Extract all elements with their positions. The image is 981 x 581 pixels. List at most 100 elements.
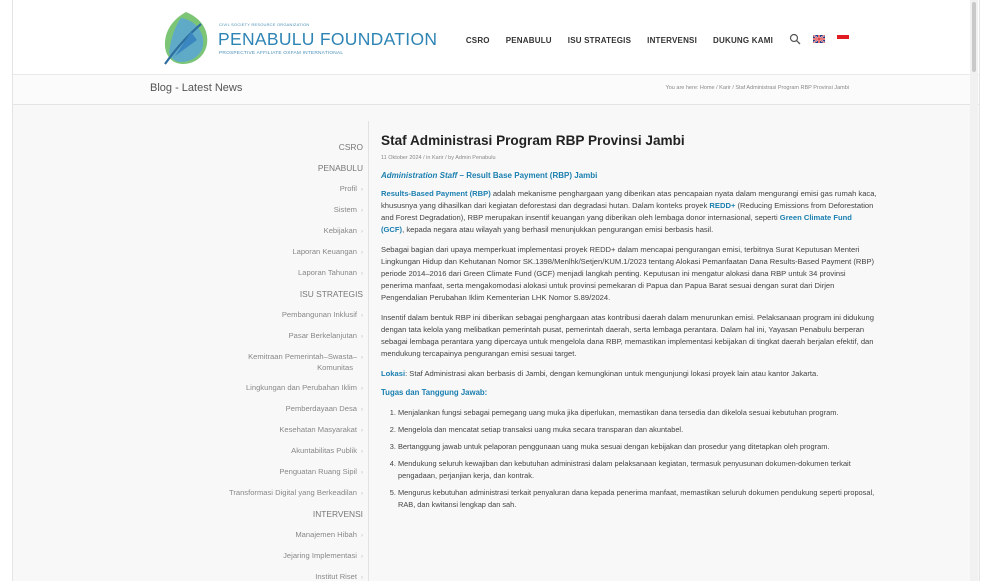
sidebar-item[interactable]: Manajemen Hibah › <box>163 526 363 547</box>
sidebar-item-label: CSRO <box>338 142 363 152</box>
sidebar-item[interactable]: CSRO <box>163 138 363 159</box>
sidebar-item-label: Pasar Berkelanjutan <box>288 331 357 340</box>
link-rbp[interactable]: Results-Based Payment (RBP) <box>381 189 491 198</box>
sidebar-item-label: Pembangunan Inklusif <box>281 310 357 319</box>
sidebar-item[interactable]: INTERVENSI <box>163 505 363 526</box>
sidebar-item-label: Kemitraan Pemerintah–Swasta– <box>248 352 357 361</box>
sidebar-item[interactable]: Institut Riset › <box>163 568 363 581</box>
site-header: CIVIL SOCIETY RESOURCE ORGANIZATION PENA… <box>13 0 979 75</box>
sidebar-item-label: Institut Riset <box>315 572 357 581</box>
sidebar-item[interactable]: Kesehatan Masyarakat › <box>163 421 363 442</box>
chevron-right-icon: › <box>361 187 363 193</box>
nav-item-csro[interactable]: CSRO <box>466 36 490 45</box>
sidebar-item[interactable]: Jejaring Implementasi › <box>163 547 363 568</box>
chevron-right-icon: › <box>361 229 363 235</box>
sidebar-item-label: Pemberdayaan Desa <box>285 404 357 413</box>
logo-tagline-bottom: PROSPECTIVE AFFILIATE OXFAM INTERNATIONA… <box>219 51 344 56</box>
feather-logo-icon <box>164 12 208 65</box>
logo-tagline-top: CIVIL SOCIETY RESOURCE ORGANIZATION <box>219 22 310 27</box>
sidebar-item-label: Profil <box>339 184 357 193</box>
search-icon[interactable] <box>789 33 801 45</box>
sidebar-item[interactable]: Kebijakan › <box>163 222 363 243</box>
chevron-right-icon: › <box>361 334 363 340</box>
chevron-right-icon: › <box>361 554 363 560</box>
sidebar-item-label: Kesehatan Masyarakat <box>279 425 357 434</box>
sidebar-item-label: INTERVENSI <box>312 509 363 519</box>
logo-title: PENABULU FOUNDATION <box>218 29 438 49</box>
chevron-right-icon: › <box>361 407 363 413</box>
sidebar-item-label-cont: Komunitas <box>317 363 353 372</box>
sidebar-item[interactable]: Kemitraan Pemerintah–Swasta– › Komunitas <box>163 348 363 379</box>
sidebar-item[interactable]: Penguatan Ruang Sipil › <box>163 463 363 484</box>
chevron-right-icon: › <box>361 250 363 256</box>
chevron-right-icon: › <box>361 491 363 497</box>
nav-item-isu-strategis[interactable]: ISU STRATEGIS <box>568 36 631 45</box>
chevron-right-icon: › <box>361 533 363 539</box>
chevron-right-icon: › <box>361 449 363 455</box>
paragraph-insentif: Insentif dalam bentuk RBP ini diberikan … <box>381 313 874 358</box>
sidebar-item[interactable]: PENABULU <box>163 159 363 180</box>
sidebar-item-label: Transformasi Digital yang Berkeadilan <box>228 488 357 497</box>
page-section-title: Blog - Latest News <box>150 82 243 94</box>
chevron-right-icon: › <box>361 470 363 476</box>
main-nav: CSRO PENABULU ISU STRATEGIS INTERVENSI D… <box>450 33 849 46</box>
list-item: Mendukung seluruh kewajiban dan kebutuha… <box>398 458 877 482</box>
indonesia-flag-icon[interactable] <box>837 35 849 43</box>
subhead-italic: Administration Staff <box>381 171 458 180</box>
post-subheading: Administration Staff – Result Base Payme… <box>381 171 877 180</box>
chevron-right-icon: › <box>361 386 363 392</box>
sidebar-item[interactable]: Pasar Berkelanjutan › <box>163 327 363 348</box>
post-meta: 11 Oktober 2024 / in Karir / by Admin Pe… <box>381 155 496 161</box>
sidebar-item[interactable]: Laporan Tahunan › <box>163 264 363 285</box>
paragraph-sk: Sebagai bagian dari upaya memperkuat imp… <box>381 245 875 302</box>
link-redd[interactable]: REDD+ <box>709 201 735 210</box>
breadcrumb[interactable]: You are here: Home / Karir / Staf Admini… <box>666 85 849 91</box>
scrollbar-thumb[interactable] <box>972 2 976 72</box>
sidebar-item-label: Akuntabilitas Publik <box>291 446 357 455</box>
lokasi-label: Lokasi <box>381 369 406 378</box>
sidebar-item-label: Penguatan Ruang Sipil <box>279 467 357 476</box>
tasks-list: Menjalankan fungsi sebagai pemegang uang… <box>381 407 877 511</box>
sidebar-item-label: Laporan Keuangan <box>292 247 357 256</box>
post-title: Staf Administrasi Program RBP Provinsi J… <box>381 133 685 148</box>
sidebar-item[interactable]: Transformasi Digital yang Berkeadilan › <box>163 484 363 505</box>
main-area: CSRO PENABULU Profil › Sistem › Kebijakan › Lapo… <box>13 105 979 581</box>
tasks-heading: Tugas dan Tanggung Jawab: <box>381 388 488 397</box>
sidebar-item[interactable]: Pemberdayaan Desa › <box>163 400 363 421</box>
list-item: Bertanggung jawab untuk pelaporan penggu… <box>398 441 877 453</box>
sidebar-item-label: ISU STRATEGIS <box>299 289 363 299</box>
chevron-right-icon: › <box>361 208 363 214</box>
sidebar-item-label: Sistem <box>333 205 357 214</box>
sidebar-item-label: Kebijakan <box>323 226 357 235</box>
list-item: Mengurus kebutuhan administrasi terkait … <box>398 487 877 511</box>
content-divider <box>368 121 369 581</box>
uk-flag-icon[interactable] <box>813 35 825 43</box>
sidebar-item[interactable]: Lingkungan dan Perubahan Iklim › <box>163 379 363 400</box>
chevron-right-icon: › <box>361 271 363 277</box>
site-logo[interactable]: CIVIL SOCIETY RESOURCE ORGANIZATION PENA… <box>161 6 437 68</box>
nav-item-dukung-kami[interactable]: DUKUNG KAMI <box>713 36 773 45</box>
chevron-right-icon: › <box>361 428 363 434</box>
sidebar-item[interactable]: Profil › <box>163 180 363 201</box>
sidebar-item-label: Lingkungan dan Perubahan Iklim <box>245 383 357 392</box>
sidebar-item[interactable]: Sistem › <box>163 201 363 222</box>
sidebar-item[interactable]: Pembangunan Inklusif › <box>163 306 363 327</box>
post-content: Staf Administrasi Program RBP Provinsi J… <box>381 133 877 516</box>
nav-item-intervensi[interactable]: INTERVENSI <box>647 36 697 45</box>
sidebar-item[interactable]: Akuntabilitas Publik › <box>163 442 363 463</box>
sidebar-item-label: Laporan Tahunan <box>298 268 357 277</box>
sidebar-item[interactable]: ISU STRATEGIS <box>163 285 363 306</box>
sidebar-item-label: Manajemen Hibah <box>295 530 357 539</box>
paragraph-lokasi: Lokasi: Staf Administrasi akan berbasis … <box>381 368 877 380</box>
sidebar-item-label: PENABULU <box>317 163 363 173</box>
chevron-right-icon: › <box>361 313 363 319</box>
nav-item-penabulu[interactable]: PENABULU <box>506 36 552 45</box>
sidebar-menu: CSRO PENABULU Profil › Sistem › Kebijakan › Lapo… <box>163 138 363 581</box>
sidebar-item-label: Jejaring Implementasi <box>283 551 357 560</box>
page-scrollbar[interactable] <box>970 0 978 581</box>
chevron-right-icon: › <box>361 355 363 361</box>
subhead-rest: – Result Base Payment (RBP) Jambi <box>457 171 598 180</box>
sidebar-item[interactable]: Laporan Keuangan › <box>163 243 363 264</box>
title-bar: Blog - Latest News You are here: Home / … <box>13 75 979 105</box>
page-frame: CIVIL SOCIETY RESOURCE ORGANIZATION PENA… <box>12 0 980 581</box>
